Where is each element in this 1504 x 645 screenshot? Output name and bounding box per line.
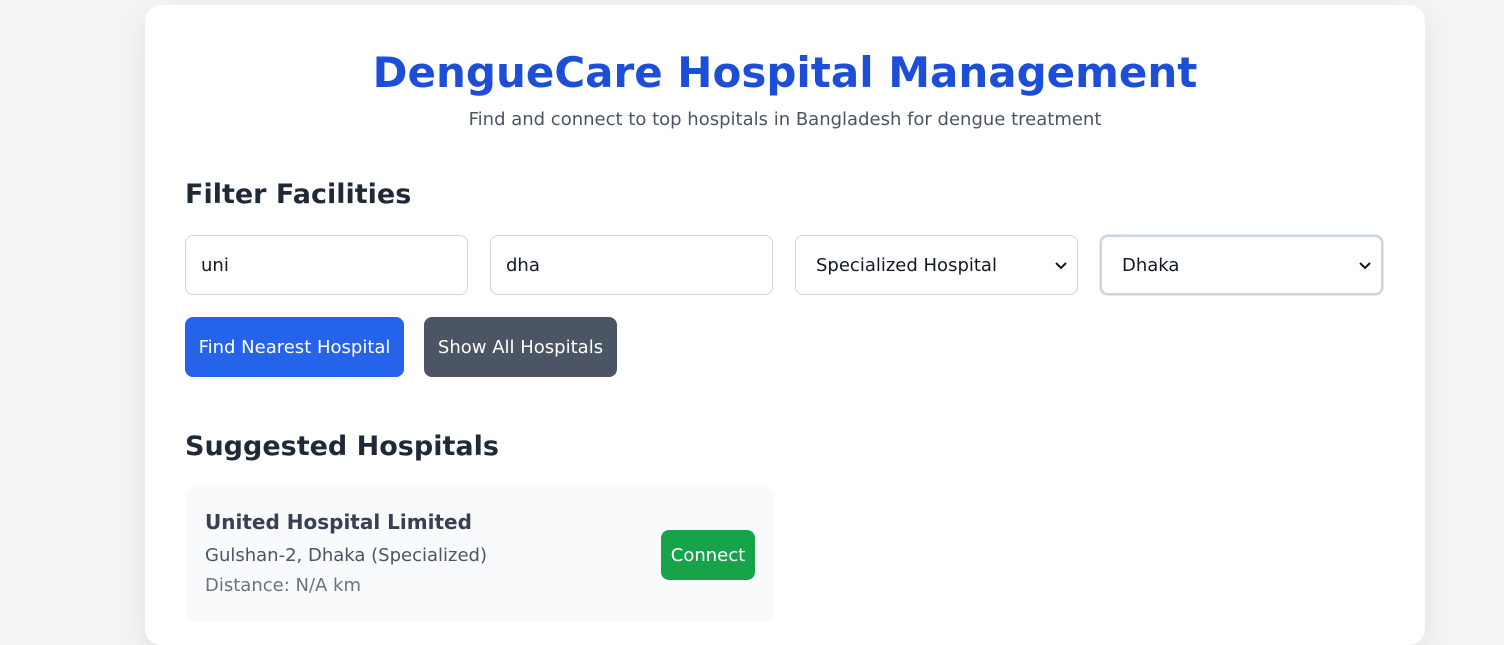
- hospital-type-select[interactable]: Specialized Hospital: [795, 235, 1078, 295]
- filter-heading: Filter Facilities: [185, 179, 412, 210]
- page-subtitle: Find and connect to top hospitals in Ban…: [468, 109, 1102, 130]
- chevron-down-icon: [1053, 257, 1069, 273]
- division-select[interactable]: Dhaka: [1100, 235, 1383, 295]
- connect-button[interactable]: Connect: [661, 530, 755, 580]
- main-card: DengueCare Hospital Management Find and …: [145, 5, 1425, 645]
- location-input[interactable]: [490, 235, 773, 295]
- page-title: DengueCare Hospital Management: [372, 48, 1198, 97]
- find-nearest-hospital-button[interactable]: Find Nearest Hospital: [185, 317, 404, 377]
- chevron-down-icon: [1357, 257, 1373, 273]
- division-selected-value: Dhaka: [1122, 254, 1180, 276]
- hospital-name: United Hospital Limited: [205, 510, 472, 534]
- hospital-card: United Hospital Limited Gulshan-2, Dhaka…: [185, 487, 775, 622]
- hospital-name-input[interactable]: [185, 235, 468, 295]
- suggested-heading: Suggested Hospitals: [185, 431, 499, 462]
- hospital-distance: Distance: N/A km: [205, 575, 362, 596]
- hospital-address: Gulshan-2, Dhaka (Specialized): [205, 545, 487, 566]
- show-all-hospitals-button[interactable]: Show All Hospitals: [424, 317, 617, 377]
- hospital-type-selected-value: Specialized Hospital: [816, 254, 997, 276]
